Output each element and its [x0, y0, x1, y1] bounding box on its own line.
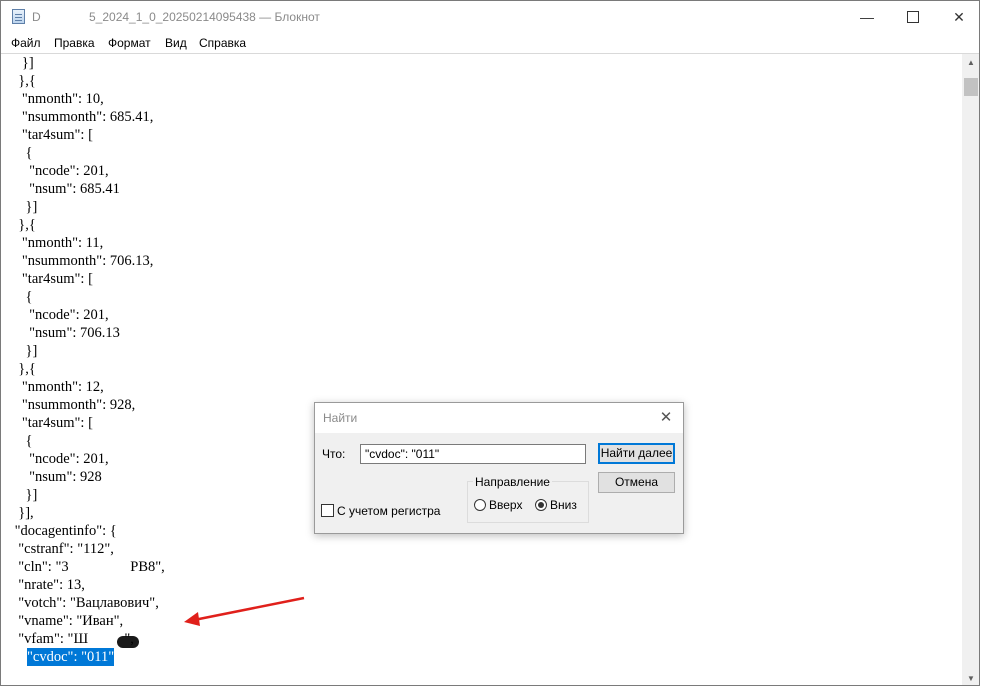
find-next-button[interactable]: Найти далее: [598, 443, 675, 464]
text-line: }]: [11, 343, 38, 359]
minimize-button[interactable]: —: [844, 1, 890, 33]
close-button[interactable]: ✕: [936, 1, 979, 33]
notepad-icon: [12, 9, 25, 24]
text-line: {: [11, 289, 33, 305]
find-dialog-title: Найти: [323, 411, 358, 425]
title-bar[interactable]: D 5_2024_1_0_20250214095438 — Блокнот — …: [1, 1, 979, 33]
find-dialog-title-bar[interactable]: Найти ✕: [315, 403, 683, 433]
text-line: }],: [11, 505, 34, 521]
text-line: },{: [11, 217, 36, 233]
text-line: "docagentinfo": {: [11, 523, 117, 539]
text-line: "vname": "Иван",: [11, 613, 124, 629]
text-editor[interactable]: }] },{ "nmonth": 10, "nsummonth": 685.41…: [1, 54, 962, 685]
text-line: }]: [11, 55, 34, 71]
text-line: "tar4sum": [: [11, 415, 93, 431]
text-line: "ncode": 201,: [11, 451, 109, 467]
selected-search-match: "cvdoc": "011": [27, 648, 115, 666]
direction-up-radio[interactable]: [474, 499, 486, 511]
direction-down-radio[interactable]: [535, 499, 547, 511]
window-title: 5_2024_1_0_20250214095438 — Блокнот: [89, 10, 320, 24]
text-line: "nrate": 13,: [11, 577, 85, 593]
maximize-icon: [907, 10, 919, 23]
text-line: "nmonth": 12,: [11, 379, 104, 395]
text-line: "cstranf": "112",: [11, 541, 114, 557]
text-line: "nsum": 706.13: [11, 325, 120, 341]
text-line: "nsummonth": 685.41,: [11, 109, 154, 125]
menu-file[interactable]: Файл: [11, 36, 41, 50]
red-arrow-annotation: [184, 596, 305, 626]
find-what-label: Что:: [322, 447, 346, 461]
find-dialog: Найти ✕ Что: "cvdoc": "011" Найти далее …: [314, 402, 684, 534]
text-line: "ncode": 201,: [11, 163, 109, 179]
maximize-button[interactable]: [890, 1, 936, 33]
text-line: {: [11, 433, 33, 449]
text-line: "tar4sum": [: [11, 271, 93, 287]
text-line: },{: [11, 361, 36, 377]
menu-view[interactable]: Вид: [165, 36, 187, 50]
text-line: }]: [11, 487, 38, 503]
search-input[interactable]: "cvdoc": "011": [360, 444, 586, 464]
title-prefix: D: [32, 10, 41, 24]
text-line: {: [11, 145, 33, 161]
text-line: },{: [11, 73, 36, 89]
text-line: "cln": "3 PB8",: [11, 559, 165, 575]
menu-format[interactable]: Формат: [108, 36, 151, 50]
find-dialog-close-button[interactable]: ✕: [655, 407, 677, 429]
text-line: "vfam": "Ш ",: [11, 631, 134, 647]
text-line: "nsummonth": 706.13,: [11, 253, 154, 269]
match-case-checkbox[interactable]: [321, 504, 334, 517]
direction-label: Направление: [473, 475, 552, 489]
notepad-window: D 5_2024_1_0_20250214095438 — Блокнот — …: [0, 0, 980, 686]
text-line: "tar4sum": [: [11, 127, 93, 143]
match-case-label[interactable]: С учетом регистра: [337, 504, 440, 518]
menu-help[interactable]: Справка: [199, 36, 246, 50]
scroll-thumb[interactable]: [964, 78, 978, 96]
menu-edit[interactable]: Правка: [54, 36, 95, 50]
direction-down-label[interactable]: Вниз: [550, 498, 577, 512]
text-line: "nsummonth": 928,: [11, 397, 136, 413]
scroll-up-arrow-icon[interactable]: ▲: [962, 54, 979, 71]
text-line: }]: [11, 199, 38, 215]
text-line: "ncode": 201,: [11, 307, 109, 323]
text-line: "nmonth": 11,: [11, 235, 104, 251]
text-line: "nsum": 685.41: [11, 181, 120, 197]
menu-bar: Файл Правка Формат Вид Справка: [1, 33, 979, 54]
text-line: "nsum": 928: [11, 469, 102, 485]
cancel-button[interactable]: Отмена: [598, 472, 675, 493]
vertical-scrollbar[interactable]: ▲ ▼: [962, 54, 979, 685]
scroll-down-arrow-icon[interactable]: ▼: [962, 670, 979, 685]
text-line: "votch": "Вацлавович",: [11, 595, 159, 611]
text-line: "nmonth": 10,: [11, 91, 104, 107]
direction-up-label[interactable]: Вверх: [489, 498, 522, 512]
